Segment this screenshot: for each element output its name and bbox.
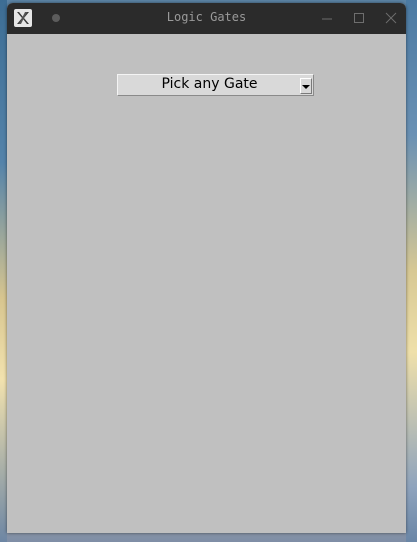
desktop-background-right — [406, 0, 417, 542]
desktop-background-left — [0, 0, 7, 542]
main-content: Pick any Gate — [7, 34, 406, 533]
x-app-icon[interactable] — [14, 9, 32, 27]
dropdown-arrow-icon[interactable] — [300, 78, 312, 94]
gate-option-menu-label: Pick any Gate — [161, 76, 258, 92]
maximize-icon — [354, 13, 364, 23]
minimize-icon — [322, 18, 332, 20]
window-title: Logic Gates — [166, 10, 247, 24]
minimize-button[interactable] — [320, 11, 334, 25]
close-icon — [385, 12, 397, 24]
gate-option-menu[interactable]: Pick any Gate — [117, 74, 314, 96]
pin-dot-icon[interactable] — [52, 14, 60, 22]
app-window: Logic Gates Pick any Gate — [7, 3, 406, 533]
title-bar[interactable]: Logic Gates — [7, 3, 406, 34]
close-button[interactable] — [384, 11, 398, 25]
maximize-button[interactable] — [352, 11, 366, 25]
